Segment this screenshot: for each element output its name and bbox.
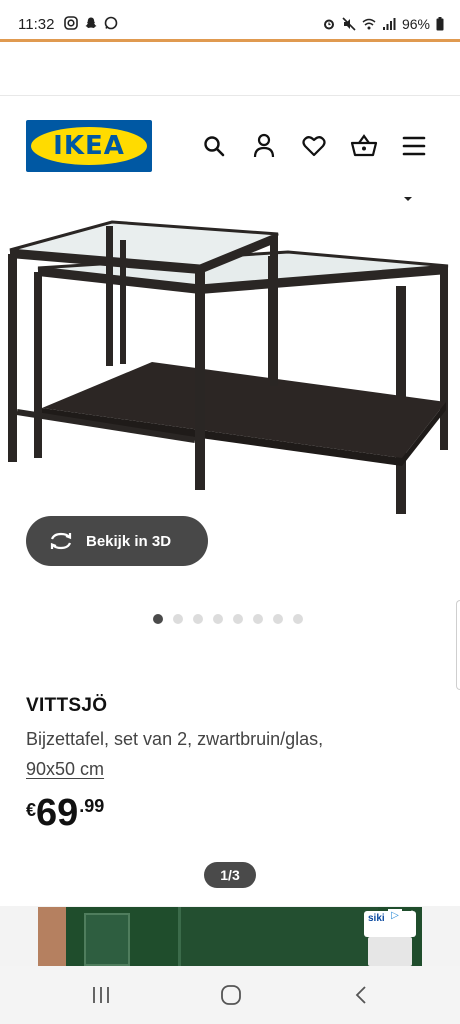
carousel-dot[interactable] [293, 614, 303, 624]
view-3d-button[interactable]: Bekijk in 3D [26, 516, 208, 566]
product-image[interactable] [0, 192, 460, 522]
status-bar: 11:32 96% [0, 0, 460, 40]
recent-apps-icon [93, 987, 109, 1003]
search-icon[interactable] [200, 132, 228, 160]
ad-person-image [38, 907, 66, 966]
signal-icon [382, 18, 396, 30]
snapchat-icon [85, 17, 97, 28]
product-price: € 69 .99 [26, 794, 104, 832]
menu-icon[interactable] [400, 132, 428, 160]
ad-product-image [368, 937, 412, 966]
product-name: VITTSJÖ [26, 695, 108, 716]
header-icons [200, 132, 428, 160]
back-button[interactable] [346, 982, 376, 1008]
recent-apps-button[interactable] [86, 982, 116, 1008]
ikea-logo-text: IKEA [53, 131, 125, 161]
page-counter: 1/3 [204, 862, 256, 888]
price-decimal: .99 [79, 796, 105, 816]
mute-icon [342, 17, 356, 31]
carousel-dot[interactable] [173, 614, 183, 624]
product-description: Bijzettafel, set van 2, zwartbruin/glas, [26, 729, 324, 749]
favorites-icon[interactable] [300, 132, 328, 160]
ad-window-image [84, 913, 130, 966]
carousel-dot[interactable] [273, 614, 283, 624]
battery-percent: 96% [401, 16, 430, 32]
home-icon [221, 985, 241, 1005]
wifi-icon [362, 18, 376, 30]
carousel-dot[interactable] [213, 614, 223, 624]
browser-address-area[interactable] [0, 42, 460, 96]
product-size-link[interactable]: 90x50 cm [26, 759, 104, 780]
ad-banner[interactable]: siki ▷ ⋮ [38, 907, 422, 966]
home-button[interactable] [216, 982, 246, 1008]
back-icon [355, 986, 366, 1004]
price-whole: 69 [36, 792, 79, 834]
carousel-dot[interactable] [193, 614, 203, 624]
carousel-dot[interactable] [233, 614, 243, 624]
account-icon[interactable] [250, 132, 278, 160]
alarm-icon [323, 19, 334, 30]
whatsapp-icon [104, 16, 118, 30]
image-carousel-dots [153, 614, 303, 624]
edge-panel-handle[interactable] [456, 600, 460, 690]
price-currency: € [26, 800, 37, 820]
cart-icon[interactable] [350, 132, 378, 160]
instagram-icon [64, 16, 78, 30]
carousel-dot[interactable] [253, 614, 263, 624]
battery-icon [436, 17, 444, 31]
ad-menu-icon[interactable]: ⋮ [406, 909, 418, 923]
status-time: 11:32 [18, 16, 55, 33]
ad-door-image [178, 907, 378, 966]
system-nav-bar [0, 966, 460, 1024]
carousel-dot[interactable] [153, 614, 163, 624]
adchoices-icon[interactable]: ▷ [388, 909, 402, 923]
rotate-3d-icon [50, 532, 72, 550]
view-3d-label: Bekijk in 3D [86, 532, 172, 550]
ikea-logo[interactable]: IKEA [26, 120, 152, 172]
